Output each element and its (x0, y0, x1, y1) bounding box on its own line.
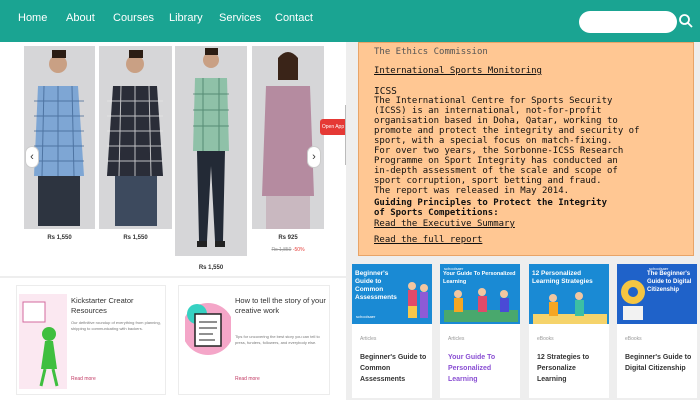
blog-title: Kickstarter Creator Resources (71, 296, 134, 315)
blog-title: How to tell the story of your creative w… (235, 296, 326, 315)
product-image (252, 46, 324, 229)
product-price: Rs 1,550 (123, 235, 148, 241)
course-tag: Articles (360, 336, 377, 342)
icss-para-line: in-depth assessment of the scale and sco… (374, 166, 618, 176)
icss-para-line: promote and protect the integrity and se… (374, 126, 640, 136)
course-thumbnail: 12 Personalized Learning Strategies (529, 264, 609, 324)
product-card[interactable]: Rs 1,550 (175, 46, 247, 276)
blog-card[interactable]: How to tell the story of your creative w… (178, 285, 330, 395)
course-tag: eBooks (625, 336, 642, 342)
blog-card[interactable]: Kickstarter Creator Resources Our defini… (16, 285, 166, 395)
page: Home About Courses Library Services Cont… (0, 0, 700, 400)
product-image (24, 46, 95, 229)
guiding-principles-heading: Guiding Principles to Protect the Integr… (374, 198, 607, 208)
product-price: Rs 1,550 (47, 235, 72, 241)
nav-services[interactable]: Services (219, 12, 261, 24)
icss-para-line: The report was released in May 2014. (374, 186, 570, 196)
icss-para-line: organisation based in Doha, Qatar, worki… (374, 116, 618, 126)
product-image (175, 46, 247, 256)
course-card[interactable]: 12 Personalized Learning Strategies eBoo… (529, 264, 609, 398)
nav-courses[interactable]: Courses (113, 12, 154, 24)
carousel-next-button[interactable]: › (307, 146, 321, 168)
course-title[interactable]: Your Guide To Personalized Learning (448, 352, 518, 385)
blog-description: Tips for uncovering the best story you c… (235, 334, 320, 345)
course-thumbnail: Beginner's Guide to Common Assessments s… (352, 264, 432, 324)
top-nav: Home About Courses Library Services Cont… (0, 0, 700, 42)
search-input[interactable] (579, 11, 677, 33)
guiding-principles-heading: of Sports Competitions: (374, 208, 499, 218)
nav-library[interactable]: Library (169, 12, 203, 24)
divider (0, 276, 346, 278)
product-card[interactable]: Rs 1,550 (99, 46, 172, 246)
course-tag: Articles (448, 336, 465, 342)
product-old-price: Rs 1,850 -50% (271, 247, 305, 253)
icss-para-line: (ICSS) is an international, not-for-prof… (374, 106, 602, 116)
ethics-partial-link[interactable]: The Ethics Commission (374, 47, 488, 57)
course-title[interactable]: Beginner's Guide to Digital Citizenship (625, 352, 695, 374)
nav-about[interactable]: About (66, 12, 95, 24)
sports-monitoring-link[interactable]: International Sports Monitoring (374, 66, 542, 76)
blog-thumbnail (19, 294, 67, 389)
icss-para-line: The International Centre for Sports Secu… (374, 96, 613, 106)
full-report-link[interactable]: Read the full report (374, 235, 482, 245)
chevron-right-icon: › (312, 151, 316, 163)
course-thumbnail: schoolsaer Your Guide To Personalized Le… (440, 264, 520, 324)
read-more-link[interactable]: Read more (71, 376, 96, 382)
product-image (99, 46, 172, 229)
icss-para-line: For over two years, the Sorbonne-ICSS Re… (374, 146, 624, 156)
blog-thumbnail (185, 303, 231, 355)
course-title[interactable]: 12 Strategies to Personalize Learning (537, 352, 607, 385)
nav-contact[interactable]: Contact (275, 12, 313, 24)
search-icon[interactable] (678, 13, 694, 29)
open-app-button[interactable]: Open App (320, 119, 346, 135)
carousel-prev-button[interactable]: ‹ (25, 146, 39, 168)
course-card[interactable]: Beginner's Guide to Common Assessments s… (352, 264, 432, 398)
read-more-link[interactable]: Read more (235, 376, 260, 382)
product-price: Rs 1,550 (198, 265, 224, 271)
course-card[interactable]: schoolsaer The Beginner's Guide to Digit… (617, 264, 697, 398)
course-tag: eBooks (537, 336, 554, 342)
icss-para-line: Programme on Sport Integrity has conduct… (374, 156, 618, 166)
icss-para-line: sport, with a special focus on match-fix… (374, 136, 613, 146)
executive-summary-link[interactable]: Read the Executive Summary (374, 219, 515, 229)
icss-para-line: sport corruption, sport betting and frau… (374, 176, 602, 186)
chevron-left-icon: ‹ (30, 151, 34, 163)
course-thumbnail: schoolsaer The Beginner's Guide to Digit… (617, 264, 697, 324)
blog-description: Our definitive roundup of everything fro… (71, 320, 161, 331)
course-title[interactable]: Beginner's Guide to Common Assessments (360, 352, 430, 385)
product-price: Rs 925 (278, 235, 298, 241)
nav-home[interactable]: Home (18, 12, 47, 24)
course-card[interactable]: schoolsaer Your Guide To Personalized Le… (440, 264, 520, 398)
